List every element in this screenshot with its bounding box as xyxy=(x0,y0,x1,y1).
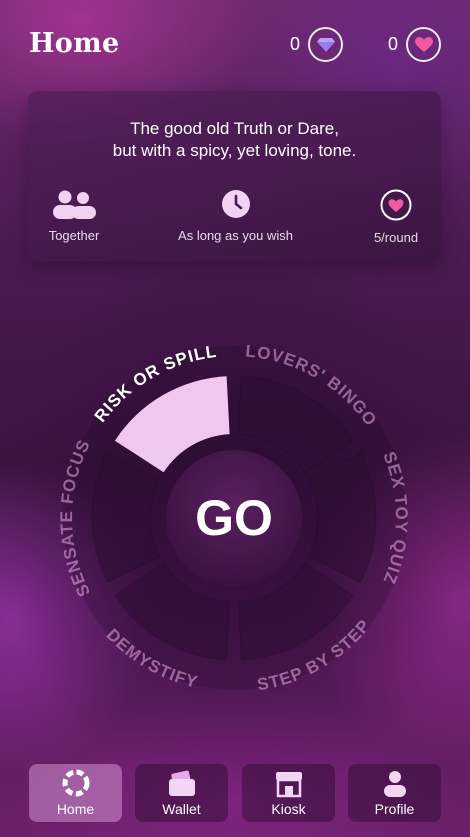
gem-counter[interactable]: 0 xyxy=(290,27,344,62)
gem-count: 0 xyxy=(290,34,301,54)
tab-label: Wallet xyxy=(162,801,201,817)
tab-home[interactable]: Home xyxy=(29,764,122,822)
clock-icon xyxy=(221,190,250,218)
tab-wallet[interactable]: Wallet xyxy=(135,764,228,822)
game-info-card: The good old Truth or Dare, but with a s… xyxy=(28,91,441,261)
description-line-2: but with a spicy, yet loving, tone. xyxy=(112,141,357,160)
heart-icon xyxy=(406,27,442,62)
feature-duration: As long as you wish xyxy=(173,189,298,243)
heart-icon xyxy=(380,189,412,221)
heart-count: 0 xyxy=(388,34,399,54)
gem-icon xyxy=(308,27,344,62)
go-label[interactable]: GO xyxy=(195,490,273,546)
tab-label: Profile xyxy=(374,801,415,817)
kiosk-icon xyxy=(275,772,302,798)
go-button[interactable]: GO xyxy=(166,450,302,586)
heart-counter[interactable]: 0 xyxy=(388,27,442,62)
home-ring-icon xyxy=(62,769,89,797)
feature-players: Together xyxy=(46,189,102,243)
feature-label: 5/round xyxy=(373,230,419,245)
wallet-icon xyxy=(168,770,195,796)
tab-profile[interactable]: Profile xyxy=(348,764,441,822)
header: Home 0 0 xyxy=(0,0,470,90)
page-title: Home xyxy=(29,28,120,59)
tab-label: Home xyxy=(56,801,95,817)
game-description: The good old Truth or Dare, but with a s… xyxy=(28,118,441,162)
feature-cost: 5/round xyxy=(368,189,424,245)
description-line-1: The good old Truth or Dare, xyxy=(130,119,339,138)
game-wheel: RISK OR SPILL LOVERS' BINGOSEX TOY QUIZST… xyxy=(57,341,410,694)
profile-icon xyxy=(383,771,406,797)
tab-bar: Home Wallet Kiosk Profile xyxy=(0,762,470,824)
feature-label: Together xyxy=(48,228,100,243)
tab-kiosk[interactable]: Kiosk xyxy=(242,764,335,822)
tab-label: Kiosk xyxy=(271,801,306,817)
couple-icon xyxy=(53,190,96,219)
feature-label: As long as you wish xyxy=(178,228,293,243)
